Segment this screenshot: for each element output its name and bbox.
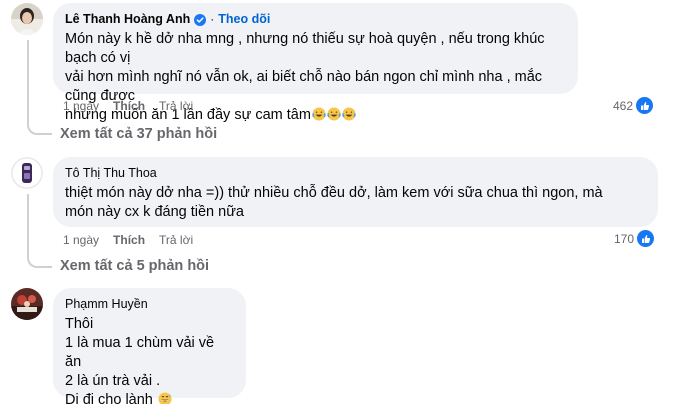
grinning-sweat-emoji-icon — [158, 392, 172, 404]
comment-text: Thôi 1 là mua 1 chùm vải về ăn 2 là ún t… — [65, 315, 234, 404]
like-button[interactable]: Thích — [113, 99, 145, 113]
comment-bubble-3: Phạmm Huyền Thôi 1 là mua 1 chùm vải về … — [53, 288, 246, 404]
comment-time[interactable]: 1 ngày — [63, 233, 99, 247]
comment-author[interactable]: Lê Thanh Hoàng Anh — [65, 12, 190, 26]
verified-badge-icon — [194, 13, 207, 26]
comment-actions: 1 ngày Thích Trả lời — [63, 99, 193, 113]
comment-author[interactable]: Phạmm Huyền — [65, 297, 148, 311]
view-replies-link[interactable]: Xem tất cả 37 phản hồi — [60, 126, 217, 142]
comment-line: 1 là mua 1 chùm vải về ăn — [65, 335, 219, 370]
comment-bubble-2: Tô Thị Thu Thoa thiệt món này dở nha =))… — [53, 157, 658, 227]
thumbs-up-icon — [636, 97, 654, 114]
comment-line: 2 là ún trà vải . — [65, 373, 161, 389]
reply-thread-line — [27, 40, 52, 135]
avatar-le-thanh-hoang-anh[interactable] — [11, 3, 43, 35]
reply-button[interactable]: Trả lời — [159, 233, 193, 247]
comment-text: thiệt món này dở nha =)) thử nhiều chỗ đ… — [65, 184, 646, 222]
reaction-count: 462 — [613, 98, 634, 113]
follow-separator: · — [210, 12, 215, 26]
like-button[interactable]: Thích — [113, 233, 145, 247]
comment-line: món này cx k đáng tiền nữa — [65, 204, 244, 220]
comment-author[interactable]: Tô Thị Thu Thoa — [65, 166, 157, 180]
laughing-tears-emoji-icon — [327, 107, 341, 121]
reply-thread-line — [27, 194, 52, 268]
reaction-summary[interactable]: 462 — [613, 97, 654, 114]
comment-line: Món này k hề dở nha mng , nhưng nó thiếu… — [65, 31, 549, 66]
comment-line: Thôi — [65, 316, 94, 332]
comment-time[interactable]: 1 ngày — [63, 99, 99, 113]
comment-section: Lê Thanh Hoàng Anh · Theo dõi Món này k … — [0, 0, 694, 404]
comment-line: Dị đi cho lành — [65, 392, 153, 404]
comment-line: thiệt món này dở nha =)) thử nhiều chỗ đ… — [65, 185, 603, 201]
comment-actions: 1 ngày Thích Trả lời — [63, 233, 193, 247]
comment-bubble-1: Lê Thanh Hoàng Anh · Theo dõi Món này k … — [53, 3, 578, 123]
reaction-count: 170 — [614, 231, 635, 246]
reaction-summary[interactable]: 170 — [614, 230, 655, 247]
view-replies-link[interactable]: Xem tất cả 5 phản hồi — [60, 258, 209, 274]
follow-button[interactable]: Theo dõi — [218, 12, 270, 26]
reply-button[interactable]: Trả lời — [159, 99, 193, 113]
laughing-tears-emoji-icon — [342, 107, 356, 121]
thumbs-up-icon — [637, 230, 655, 247]
avatar-to-thi-thu-thoa[interactable] — [11, 157, 43, 189]
avatar-phamm-huyen[interactable] — [11, 288, 43, 320]
laughing-tears-emoji-icon — [312, 107, 326, 121]
